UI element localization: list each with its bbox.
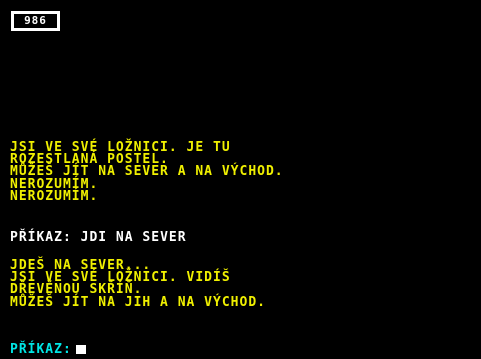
exits-line: MŮŽEŠ JÍT NA JIH A NA VÝCHOD. <box>10 295 266 310</box>
command-input-line[interactable]: PŘÍKAZ: <box>10 342 86 357</box>
input-prompt: PŘÍKAZ: <box>10 342 72 357</box>
command-echo-line: PŘÍKAZ: JDI NA SEVER <box>10 230 187 245</box>
counter-value: 986 <box>14 14 57 28</box>
parser-response-line: NEROZUMÍM. <box>10 189 99 204</box>
game-screen: 986 JSI VE SVÉ LOŽNICI. JE TU ROZESTLANÁ… <box>0 0 481 359</box>
command-prompt: PŘÍKAZ: <box>10 230 72 245</box>
text-cursor[interactable] <box>75 345 86 354</box>
command-text: JDI NA SEVER <box>80 230 187 245</box>
counter-badge: 986 <box>11 11 60 31</box>
